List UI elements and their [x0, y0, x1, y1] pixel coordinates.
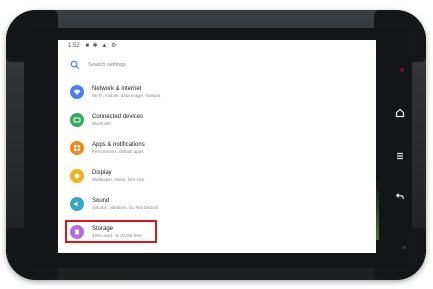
search-icon — [70, 60, 80, 70]
settings-item-title: Display — [92, 170, 112, 176]
status-bar: 1:52 ■ ✱ ▲ ⚙ — [58, 40, 376, 52]
wifi-icon — [70, 85, 84, 99]
screen-edge-reflection — [376, 180, 379, 240]
indicator-led — [400, 68, 404, 72]
settings-item-subtitle: Bluetooth — [92, 121, 112, 126]
settings-item-storage[interactable]: Storage 49% used - 8.19 GB free — [58, 218, 376, 246]
light-sensor — [403, 246, 406, 249]
settings-item-network[interactable]: Network & internet Wi-Fi, mobile, data u… — [58, 78, 376, 106]
search-placeholder: Search settings — [88, 62, 126, 68]
back-arrow-icon — [395, 193, 405, 200]
settings-item-subtitle: Wallpaper, sleep, font size — [92, 177, 145, 182]
settings-item-sound[interactable]: Sound Volume, vibration, Do Not Disturb — [58, 190, 376, 218]
settings-item-subtitle: Volume, vibration, Do Not Disturb — [92, 205, 159, 210]
settings-list: Network & internet Wi-Fi, mobile, data u… — [58, 78, 376, 246]
search-bar[interactable]: Search settings — [64, 54, 370, 76]
settings-item-title: Connected devices — [92, 114, 144, 120]
settings-item-subtitle: Permissions, default apps — [92, 149, 144, 154]
settings-item-subtitle: Wi-Fi, mobile, data usage, hotspot — [92, 93, 161, 98]
device-photo: 1:52 ■ ✱ ▲ ⚙ Search settings Network & i… — [0, 0, 433, 289]
devices-icon — [70, 113, 84, 127]
home-icon — [395, 108, 405, 118]
settings-item-title: Sound — [92, 198, 110, 204]
settings-item-title: Apps & notifications — [92, 142, 145, 148]
storage-highlight-box — [65, 220, 157, 243]
settings-screen: 1:52 ■ ✱ ▲ ⚙ Search settings Network & i… — [58, 40, 376, 253]
apps-icon — [70, 141, 84, 155]
status-icons: ■ ✱ ▲ ⚙ — [85, 43, 118, 49]
sound-icon — [70, 197, 84, 211]
home-button[interactable] — [393, 106, 407, 120]
settings-item-title: Network & internet — [92, 86, 142, 92]
settings-item-connected-devices[interactable]: Connected devices Bluetooth — [58, 106, 376, 134]
back-button[interactable] — [393, 190, 407, 204]
menu-icon — [397, 152, 403, 160]
settings-item-display[interactable]: Display Wallpaper, sleep, font size — [58, 162, 376, 190]
menu-button[interactable] — [393, 149, 407, 163]
display-icon — [70, 169, 84, 183]
status-time: 1:52 — [68, 43, 80, 49]
settings-item-apps[interactable]: Apps & notifications Permissions, defaul… — [58, 134, 376, 162]
